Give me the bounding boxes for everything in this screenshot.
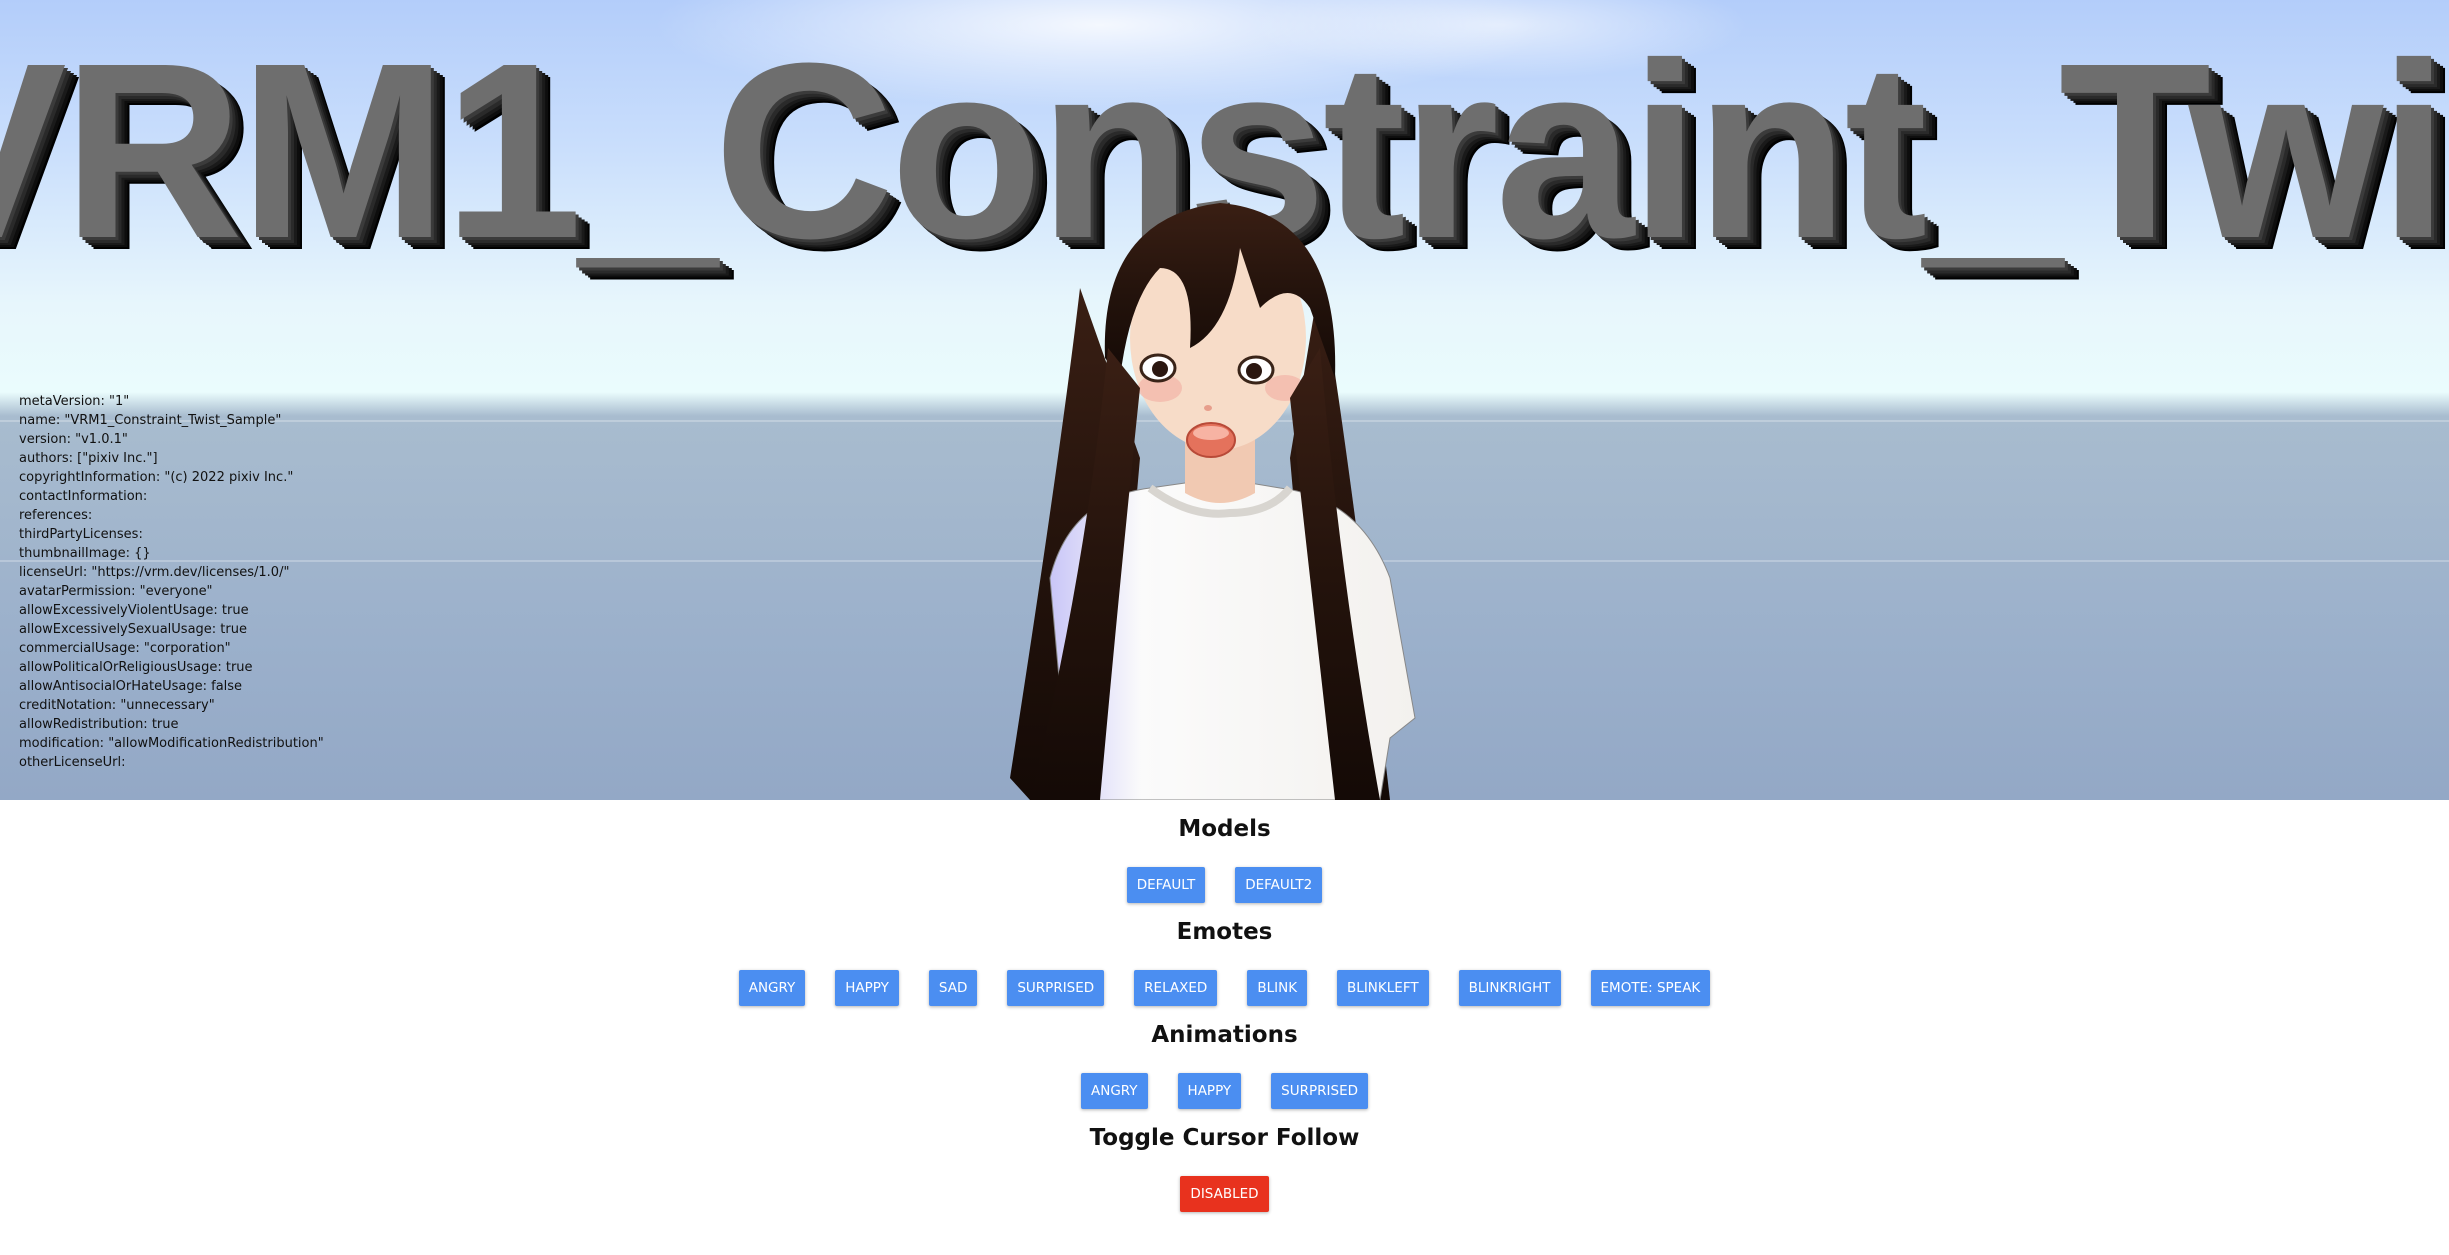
models-heading: Models xyxy=(1178,816,1271,842)
animations-buttons: ANGRY HAPPY SURPRISED xyxy=(0,1073,2449,1109)
emote-sad-button[interactable]: SAD xyxy=(928,970,978,1006)
emote-speak-button[interactable]: EMOTE: SPEAK xyxy=(1590,970,1711,1006)
model-default2-button[interactable]: DEFAULT2 xyxy=(1235,867,1323,903)
emote-blinkleft-button[interactable]: BLINKLEFT xyxy=(1337,970,1429,1006)
emotes-heading: Emotes xyxy=(1176,919,1273,945)
controls-panel: Models DEFAULT DEFAULT2 Emotes ANGRY HAP… xyxy=(0,800,2449,1220)
meta-line: otherLicenseUrl: xyxy=(19,755,126,770)
vrm-meta-panel: metaVersion: "1" name: "VRM1_Constraint_T… xyxy=(19,392,324,772)
emotes-buttons: ANGRY HAPPY SAD SURPRISED RELAXED BLINK … xyxy=(0,970,2449,1006)
emote-angry-button[interactable]: ANGRY xyxy=(738,970,806,1006)
meta-line: version: "v1.0.1" xyxy=(19,432,128,447)
emote-relaxed-button[interactable]: RELAXED xyxy=(1134,970,1218,1006)
meta-line: modification: "allowModificationRedistri… xyxy=(19,736,324,751)
meta-line: name: "VRM1_Constraint_Twist_Sample" xyxy=(19,413,282,428)
animation-surprised-button[interactable]: SURPRISED xyxy=(1271,1073,1368,1109)
meta-line: allowExcessivelySexualUsage: true xyxy=(19,622,247,637)
meta-line: copyrightInformation: "(c) 2022 pixiv In… xyxy=(19,470,294,485)
cursor-follow-toggle-button[interactable]: DISABLED xyxy=(1180,1176,1269,1212)
meta-line: allowRedistribution: true xyxy=(19,717,179,732)
meta-line: licenseUrl: "https://vrm.dev/licenses/1.… xyxy=(19,565,290,580)
meta-line: authors: ["pixiv Inc."] xyxy=(19,451,158,466)
animation-happy-button[interactable]: HAPPY xyxy=(1177,1073,1242,1109)
emote-blink-button[interactable]: BLINK xyxy=(1247,970,1308,1006)
animations-heading: Animations xyxy=(1151,1022,1298,1048)
meta-line: allowPoliticalOrReligiousUsage: true xyxy=(19,660,253,675)
meta-line: thirdPartyLicenses: xyxy=(19,527,143,542)
emote-surprised-button[interactable]: SURPRISED xyxy=(1007,970,1105,1006)
vrm-avatar[interactable] xyxy=(990,158,1470,800)
meta-line: references: xyxy=(19,508,93,523)
cursor-follow-heading: Toggle Cursor Follow xyxy=(1089,1125,1360,1151)
emote-happy-button[interactable]: HAPPY xyxy=(835,970,899,1006)
meta-line: creditNotation: "unnecessary" xyxy=(19,698,215,713)
meta-line: metaVersion: "1" xyxy=(19,394,130,409)
meta-line: thumbnailImage: {} xyxy=(19,546,151,561)
animation-angry-button[interactable]: ANGRY xyxy=(1080,1073,1148,1109)
cursor-follow-buttons: DISABLED xyxy=(0,1176,2449,1212)
meta-line: allowAntisocialOrHateUsage: false xyxy=(19,679,243,694)
model-default-button[interactable]: DEFAULT xyxy=(1126,867,1206,903)
3d-viewport[interactable]: VRM1_Constraint_Twist_Sample metaVersion… xyxy=(0,0,2449,800)
meta-line: avatarPermission: "everyone" xyxy=(19,584,213,599)
models-buttons: DEFAULT DEFAULT2 xyxy=(0,867,2449,903)
emote-blinkright-button[interactable]: BLINKRIGHT xyxy=(1458,970,1561,1006)
meta-line: contactInformation: xyxy=(19,489,148,504)
meta-line: allowExcessivelyViolentUsage: true xyxy=(19,603,249,618)
meta-line: commercialUsage: "corporation" xyxy=(19,641,231,656)
